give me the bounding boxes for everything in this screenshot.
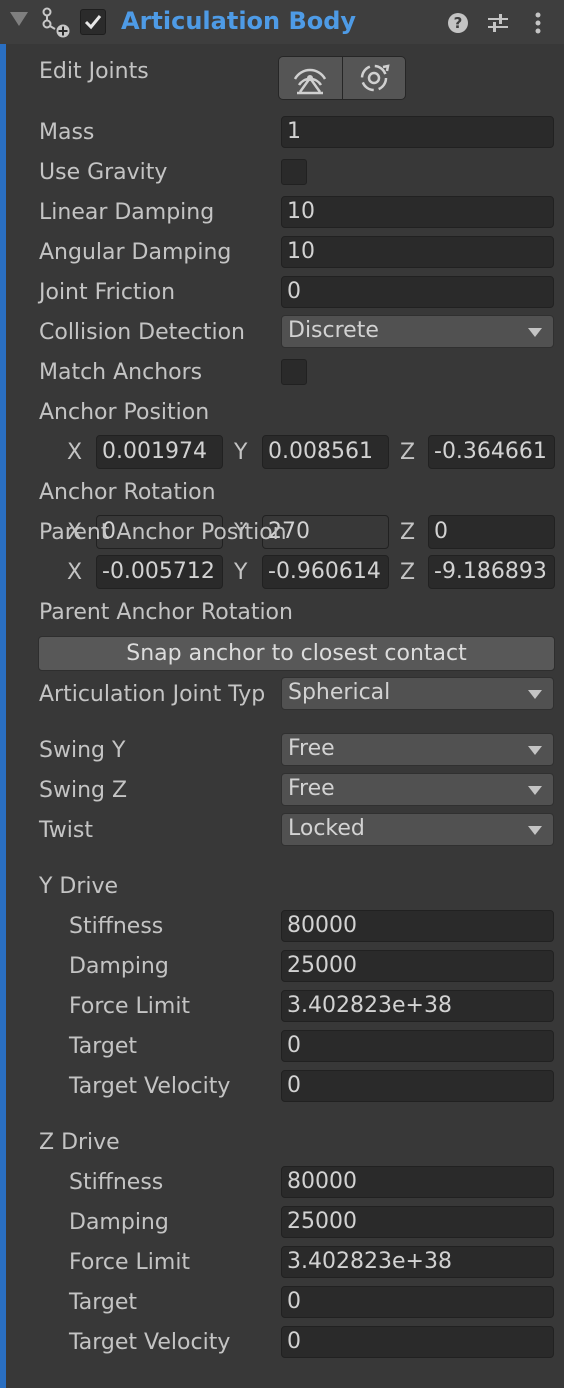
joint-type-value: Spherical xyxy=(288,680,391,705)
parent-anchor-position-x-label: X xyxy=(67,560,83,585)
joint-friction-label: Joint Friction xyxy=(39,280,176,305)
angular-damping-field[interactable]: 10 xyxy=(281,236,554,268)
y-drive-target-label: Target xyxy=(69,1034,138,1059)
anchor-position-y-field[interactable]: 0.008561 xyxy=(262,435,389,469)
y-drive-damping-label: Damping xyxy=(69,954,169,979)
parent-anchor-position-label: Parent Anchor Position xyxy=(39,520,287,545)
parent-anchor-position-z-field[interactable]: -9.186893 xyxy=(428,555,555,589)
z-drive-stiffness-field[interactable]: 80000 xyxy=(281,1166,554,1198)
use-gravity-label: Use Gravity xyxy=(39,160,168,185)
swing-z-dropdown[interactable]: Free xyxy=(281,773,554,806)
joint-type-label: Articulation Joint Typ xyxy=(39,682,266,707)
anchor-position-label: Anchor Position xyxy=(39,400,210,425)
dropdown-arrow-icon xyxy=(528,690,542,699)
component-enabled-checkbox[interactable] xyxy=(80,9,106,35)
match-anchors-label: Match Anchors xyxy=(39,360,203,385)
collision-detection-label: Collision Detection xyxy=(39,320,246,345)
z-drive-force-limit-label: Force Limit xyxy=(69,1250,191,1275)
z-drive-stiffness-label: Stiffness xyxy=(69,1170,164,1195)
help-icon[interactable]: ? xyxy=(445,10,471,36)
anchor-rotation-z-field[interactable]: 0 xyxy=(428,515,555,549)
more-options-icon[interactable] xyxy=(525,10,551,36)
anchor-position-x-label: X xyxy=(67,440,83,465)
y-drive-stiffness-field[interactable]: 80000 xyxy=(281,910,554,942)
parent-anchor-rotation-label: Parent Anchor Rotation xyxy=(39,600,293,625)
parent-anchor-position-x-field[interactable]: -0.005712 xyxy=(96,555,223,589)
linear-damping-label: Linear Damping xyxy=(39,200,215,225)
dropdown-arrow-icon xyxy=(528,826,542,835)
swing-y-value: Free xyxy=(288,736,335,761)
z-drive-target-label: Target xyxy=(69,1290,138,1315)
parent-anchor-position-y-field[interactable]: -0.960614 xyxy=(262,555,389,589)
angular-damping-label: Angular Damping xyxy=(39,240,232,265)
y-drive-target-velocity-label: Target Velocity xyxy=(69,1074,231,1099)
anchor-position-y-label: Y xyxy=(234,440,248,465)
swing-z-value: Free xyxy=(288,776,335,801)
twist-dropdown[interactable]: Locked xyxy=(281,813,554,846)
edit-joints-toolbar xyxy=(278,56,406,100)
edit-rotation-button[interactable] xyxy=(343,57,406,99)
swing-z-label: Swing Z xyxy=(39,778,128,803)
dropdown-arrow-icon xyxy=(528,786,542,795)
swing-y-label: Swing Y xyxy=(39,738,126,763)
z-drive-damping-field[interactable]: 25000 xyxy=(281,1206,554,1238)
snap-anchor-button[interactable]: Snap anchor to closest contact xyxy=(38,636,555,671)
edit-anchor-icon xyxy=(293,68,327,95)
mass-field[interactable]: 1 xyxy=(281,116,554,148)
y-drive-force-limit-label: Force Limit xyxy=(69,994,191,1019)
twist-label: Twist xyxy=(39,818,93,843)
edit-anchor-button[interactable] xyxy=(279,57,343,99)
edit-joints-label: Edit Joints xyxy=(39,59,149,84)
z-drive-label: Z Drive xyxy=(39,1130,120,1155)
articulation-component-icon xyxy=(42,7,70,38)
checkmark-icon xyxy=(84,15,102,30)
z-drive-target-velocity-label: Target Velocity xyxy=(69,1330,231,1355)
edit-rotation-icon xyxy=(360,64,390,92)
dropdown-arrow-icon xyxy=(528,328,542,337)
anchor-rotation-z-label: Z xyxy=(400,520,416,545)
anchor-position-x-field[interactable]: 0.001974 xyxy=(96,435,223,469)
y-drive-stiffness-label: Stiffness xyxy=(69,914,164,939)
anchor-position-z-label: Z xyxy=(400,440,416,465)
linear-damping-field[interactable]: 10 xyxy=(281,196,554,228)
component-header: Articulation Body ? xyxy=(0,0,564,44)
component-title: Articulation Body xyxy=(121,7,357,35)
svg-text:?: ? xyxy=(454,14,463,32)
anchor-position-z-field[interactable]: -0.364661 xyxy=(428,435,555,469)
y-drive-damping-field[interactable]: 25000 xyxy=(281,950,554,982)
selection-accent-bar xyxy=(0,44,6,1388)
z-drive-force-limit-field[interactable]: 3.402823e+38 xyxy=(281,1246,554,1278)
parent-anchor-position-y-label: Y xyxy=(234,560,248,585)
mass-label: Mass xyxy=(39,120,95,145)
collision-detection-value: Discrete xyxy=(288,318,379,343)
z-drive-target-field[interactable]: 0 xyxy=(281,1286,554,1318)
twist-value: Locked xyxy=(288,816,365,841)
joint-friction-field[interactable]: 0 xyxy=(281,276,554,308)
preset-sliders-icon[interactable] xyxy=(485,10,511,36)
collision-detection-dropdown[interactable]: Discrete xyxy=(281,315,554,348)
match-anchors-checkbox[interactable] xyxy=(281,359,307,385)
use-gravity-checkbox[interactable] xyxy=(281,159,307,185)
y-drive-target-velocity-field[interactable]: 0 xyxy=(281,1070,554,1102)
z-drive-target-velocity-field[interactable]: 0 xyxy=(281,1326,554,1358)
foldout-arrow-icon[interactable] xyxy=(10,12,28,26)
y-drive-label: Y Drive xyxy=(39,874,119,899)
swing-y-dropdown[interactable]: Free xyxy=(281,733,554,766)
anchor-rotation-label: Anchor Rotation xyxy=(39,480,216,505)
z-drive-damping-label: Damping xyxy=(69,1210,169,1235)
y-drive-target-field[interactable]: 0 xyxy=(281,1030,554,1062)
y-drive-force-limit-field[interactable]: 3.402823e+38 xyxy=(281,990,554,1022)
joint-type-dropdown[interactable]: Spherical xyxy=(281,677,554,710)
parent-anchor-position-z-label: Z xyxy=(400,560,416,585)
dropdown-arrow-icon xyxy=(528,746,542,755)
